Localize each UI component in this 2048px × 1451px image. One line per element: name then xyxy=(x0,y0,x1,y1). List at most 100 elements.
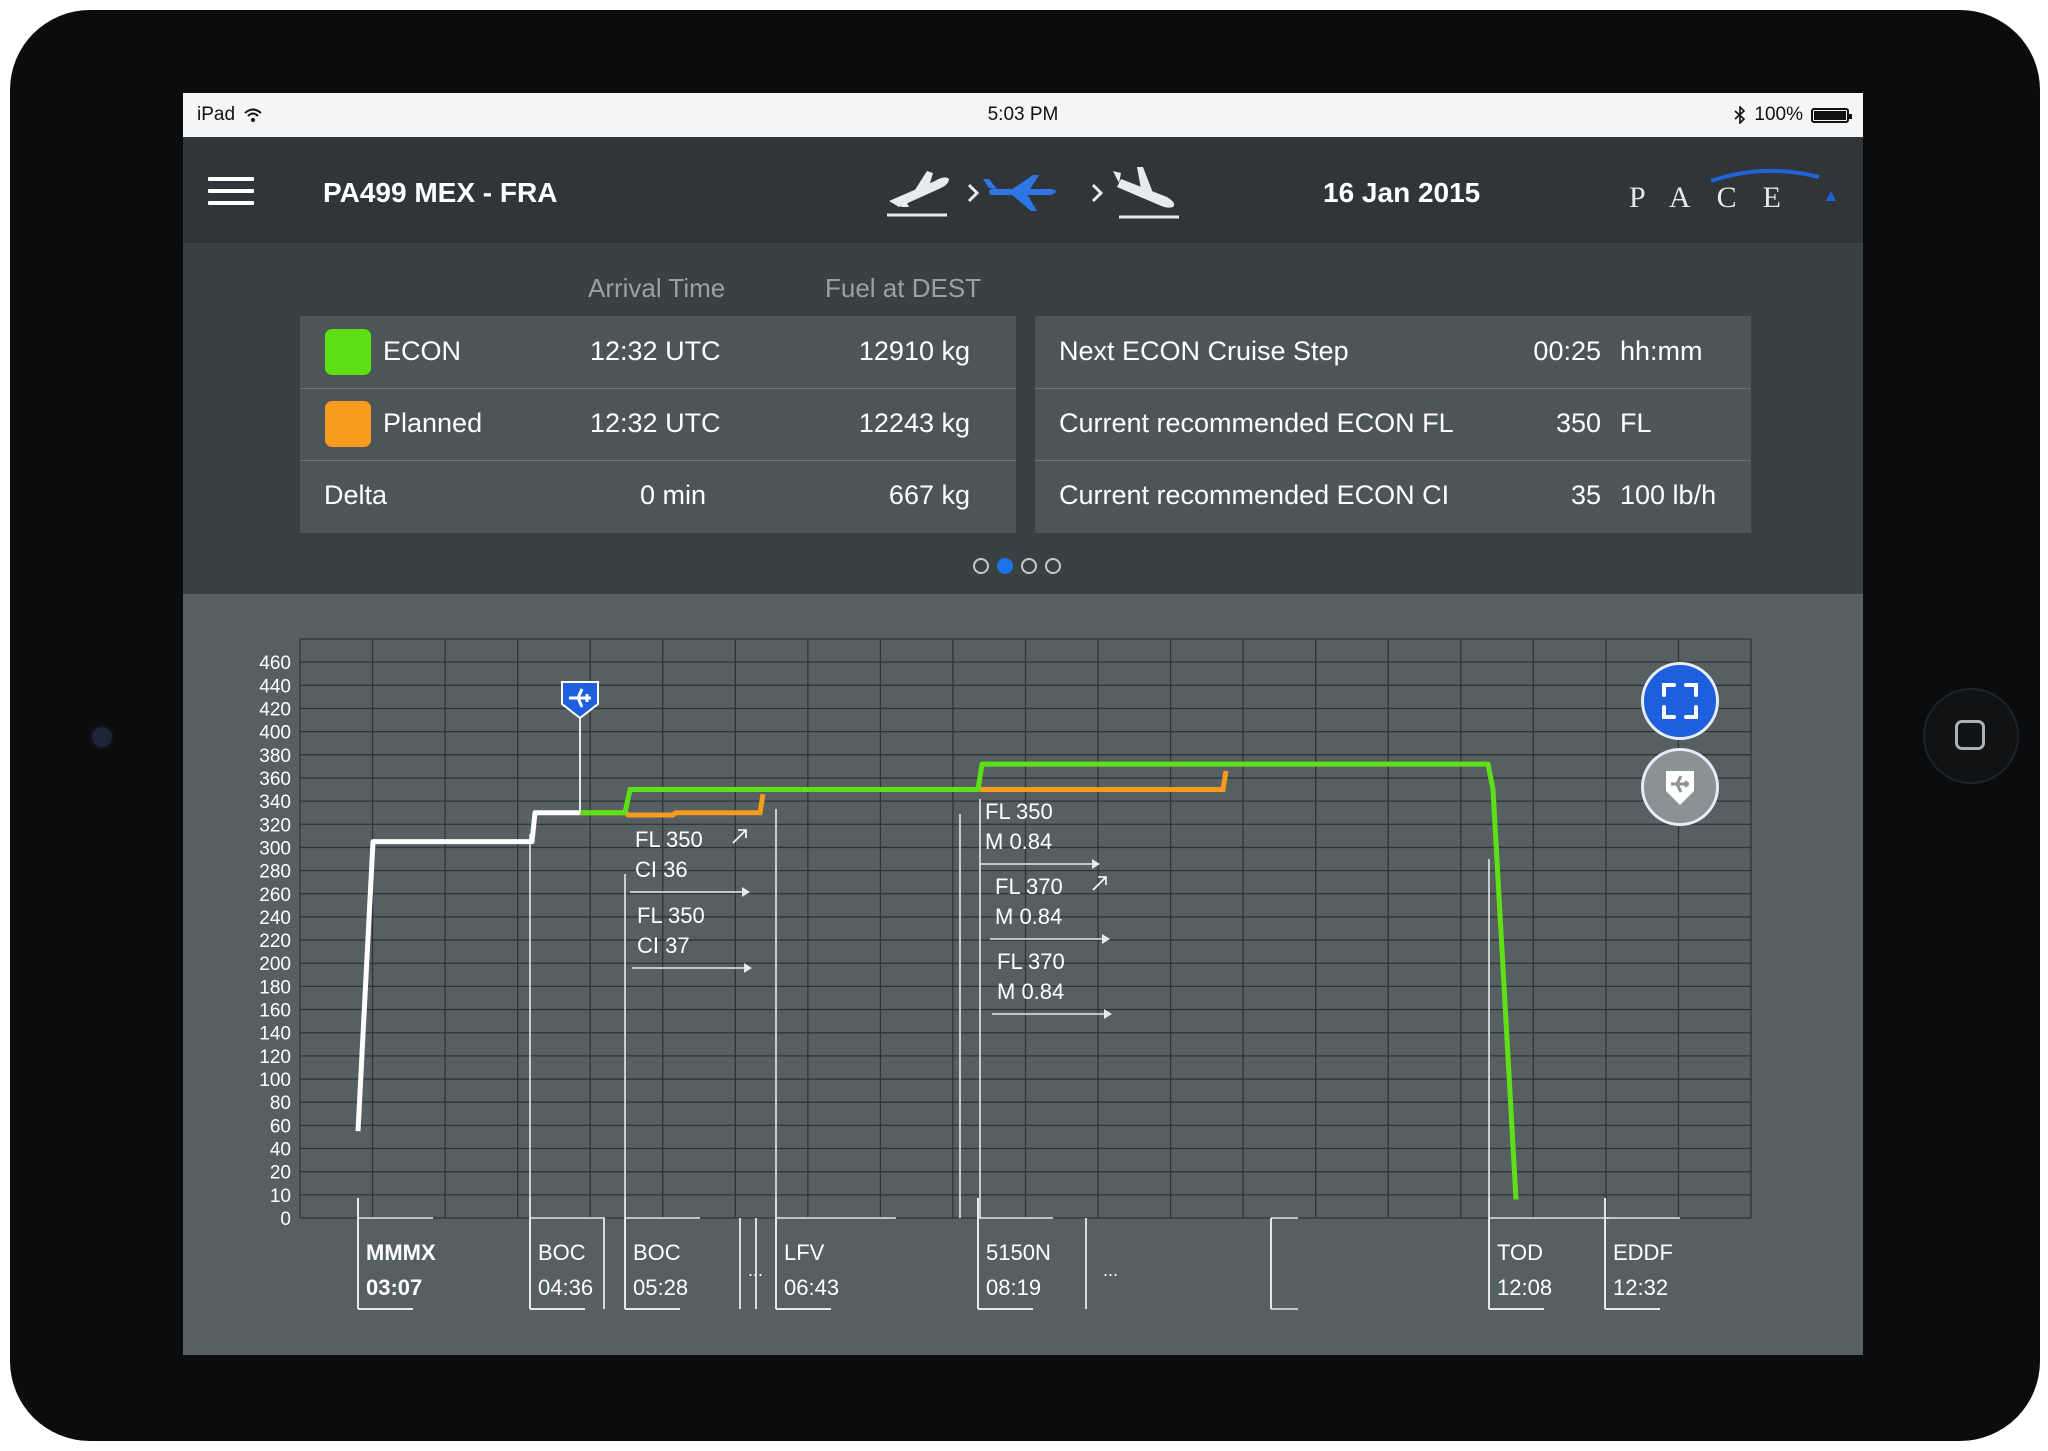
row-label: Delta xyxy=(324,480,388,510)
flown-profile xyxy=(355,810,580,1132)
rec-value: 350 xyxy=(1555,408,1601,438)
page-dot[interactable] xyxy=(1021,558,1037,574)
waypoint-time: 12:32 xyxy=(1613,1275,1668,1300)
battery-icon xyxy=(1811,107,1852,123)
arrival-value: 0 min xyxy=(640,480,707,510)
row-label: Planned xyxy=(383,408,483,438)
status-bar: iPad 5:03 PM 100% xyxy=(183,93,1863,137)
waypoint-name: EDDF xyxy=(1613,1240,1673,1265)
y-tick-label: 280 xyxy=(259,862,291,883)
y-tick-label: 10 xyxy=(270,1186,291,1207)
annotation-line1: FL 350 xyxy=(985,799,1053,824)
y-tick-label: 460 xyxy=(259,653,291,674)
row-label: ECON xyxy=(383,336,462,366)
arrival-value: 12:32 UTC xyxy=(590,336,721,366)
menu-icon[interactable] xyxy=(208,177,254,205)
waypoint-time: 04:36 xyxy=(538,1275,593,1300)
rec-label: Next ECON Cruise Step xyxy=(1059,336,1349,366)
rec-unit: 100 lb/h xyxy=(1620,480,1717,510)
center-aircraft-button[interactable] xyxy=(1641,748,1719,826)
recommendation-row: Current recommended ECON FL 350 FL xyxy=(1035,388,1751,461)
annotation-line2: M 0.84 xyxy=(997,979,1064,1004)
fuel-value: 12910 kg xyxy=(858,336,970,366)
y-tick-label: 220 xyxy=(259,931,291,952)
y-tick-label: 180 xyxy=(259,977,291,998)
bluetooth-icon xyxy=(1734,106,1746,124)
annotation-line2: CI 37 xyxy=(637,933,690,958)
planned-swatch xyxy=(325,401,371,447)
waypoint-time: 05:28 xyxy=(633,1275,688,1300)
camera xyxy=(92,727,112,747)
y-tick-label: 320 xyxy=(259,815,291,836)
annotation-arrowhead xyxy=(742,887,750,897)
annotation-line2: M 0.84 xyxy=(985,829,1052,854)
page-dot[interactable] xyxy=(973,558,989,574)
econ-swatch xyxy=(325,329,371,375)
battery-percent: 100% xyxy=(1754,104,1803,125)
page-dot[interactable] xyxy=(997,558,1013,574)
fuel-value: 667 kg xyxy=(888,480,970,510)
status-time: 5:03 PM xyxy=(987,104,1059,125)
profile-chart-svg: 0102040 6080100120140160 18020022024026028… xyxy=(259,638,1752,1310)
y-tick-label: 60 xyxy=(270,1116,291,1137)
annotation-line1: FL 350 xyxy=(635,827,703,852)
y-tick-label: 240 xyxy=(259,908,291,929)
y-tick-label: 440 xyxy=(259,676,291,697)
page-indicator xyxy=(973,558,1061,574)
annotation-line1: FL 370 xyxy=(997,949,1065,974)
y-tick-label: 340 xyxy=(259,792,291,813)
flight-phase-nav xyxy=(887,167,1179,219)
y-tick-label: 100 xyxy=(259,1070,291,1091)
ellipsis-label: ... xyxy=(748,1260,763,1280)
chevron-right-icon xyxy=(1091,183,1104,203)
cruise-icon[interactable] xyxy=(983,175,1056,211)
logo-text: PACE xyxy=(1629,181,1807,214)
pace-logo: PACE xyxy=(1623,159,1853,229)
annotation-line2: M 0.84 xyxy=(995,904,1062,929)
annotation-arrowhead xyxy=(744,963,752,973)
y-tick-label: 160 xyxy=(259,1001,291,1022)
annotation-line2: CI 36 xyxy=(635,857,688,882)
rec-value: 35 xyxy=(1570,480,1601,510)
takeoff-icon[interactable] xyxy=(887,171,949,217)
fuel-value: 12243 kg xyxy=(858,408,970,438)
delta-row: Delta 0 min 667 kg xyxy=(300,460,1016,532)
home-button[interactable] xyxy=(1923,688,2019,784)
ellipsis-label: ... xyxy=(1103,1260,1118,1280)
waypoint-name: MMMX xyxy=(366,1240,436,1265)
annotation-arrowhead xyxy=(1092,859,1100,869)
recommendation-row: Current recommended ECON CI 35 100 lb/h xyxy=(1035,460,1751,532)
planned-profile xyxy=(980,770,1229,793)
flight-title: PA499 MEX - FRA xyxy=(323,177,558,208)
y-tick-label: 300 xyxy=(259,838,291,859)
page-dot[interactable] xyxy=(1045,558,1061,574)
rec-label: Current recommended ECON CI xyxy=(1059,480,1450,510)
arrival-time-header: Arrival Time xyxy=(588,273,726,303)
rec-unit: hh:mm xyxy=(1620,336,1703,366)
step-climb-icon xyxy=(1092,876,1107,891)
waypoint-time: 03:07 xyxy=(366,1275,422,1300)
flight-date: 16 Jan 2015 xyxy=(1323,177,1481,208)
y-tick-label: 420 xyxy=(259,699,291,720)
summary-panel: Arrival Time Fuel at DEST ECON 12:32 UTC… xyxy=(183,243,1863,594)
flight-profile-chart: 0 10 20 40 60 80 100 120 140 160 180 200 220 240 260 28… xyxy=(183,594,1863,1355)
screen: iPad 5:03 PM 100% PA499 MEX - FRA 16 Jan… xyxy=(183,93,1863,1355)
rec-unit: FL xyxy=(1620,408,1652,438)
chevron-right-icon xyxy=(967,183,980,203)
recommendation-row: Next ECON Cruise Step 00:25 hh:mm xyxy=(1035,316,1751,389)
annotation-arrowhead xyxy=(1102,934,1110,944)
waypoint-time: 08:19 xyxy=(986,1275,1041,1300)
landing-icon[interactable] xyxy=(1113,167,1179,219)
fullscreen-button[interactable] xyxy=(1641,662,1719,740)
waypoint-name: BOC xyxy=(633,1240,681,1265)
y-tick-label: 400 xyxy=(259,723,291,744)
aircraft-pin-icon xyxy=(1666,771,1694,805)
y-tick-label: 200 xyxy=(259,954,291,975)
y-tick-label: 380 xyxy=(259,746,291,767)
waypoint-name: LFV xyxy=(784,1240,825,1265)
y-tick-label: 140 xyxy=(259,1024,291,1045)
annotation-line1: FL 370 xyxy=(995,874,1063,899)
recommendation-card: Next ECON Cruise Step 00:25 hh:mm Curren… xyxy=(1035,316,1751,533)
y-tick-label: 360 xyxy=(259,769,291,790)
y-tick-label: 0 xyxy=(280,1209,291,1230)
